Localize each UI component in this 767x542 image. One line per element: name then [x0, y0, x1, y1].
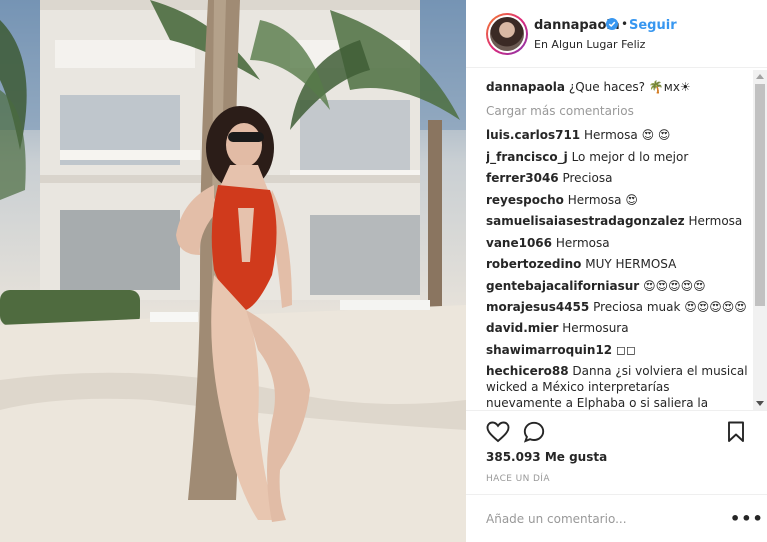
comment-item: robertozedino MUY HERMOSA	[486, 256, 748, 272]
comment-username[interactable]: samuelisaiasestradagonzalez	[486, 214, 685, 228]
comment-item: david.mier Hermosura	[486, 320, 748, 336]
avatar-ring	[488, 15, 526, 53]
comment-item: morajesus4455 Preciosa muak 😍😍😍😍😍	[486, 299, 748, 315]
location-link[interactable]: En Algun Lugar Feliz	[534, 38, 645, 51]
caption-username[interactable]: dannapaola	[486, 80, 565, 94]
comment-item: gentebajacaliforniasur 😍😍😍😍😍	[486, 278, 748, 294]
comment-item: samuelisaiasestradagonzalez Hermosa	[486, 213, 748, 229]
comment-username[interactable]: gentebajacaliforniasur	[486, 279, 639, 293]
comment-text: Preciosa muak 😍😍😍😍😍	[593, 300, 747, 314]
comment-text: Hermosa 😍 😍	[583, 128, 671, 142]
comment-item: vane1066 Hermosa	[486, 235, 748, 251]
comment-text: Hermosa	[688, 214, 743, 228]
avatar[interactable]	[486, 13, 528, 55]
verified-badge-icon	[606, 18, 618, 30]
comment-item: ferrer3046 Preciosa	[486, 170, 748, 186]
comment-item: reyespocho Hermosa 😍	[486, 192, 748, 208]
scroll-down-arrow-icon[interactable]	[756, 401, 764, 406]
comment-username[interactable]: morajesus4455	[486, 300, 589, 314]
comment-username[interactable]: ferrer3046	[486, 171, 559, 185]
comment-bubble-icon[interactable]	[523, 421, 545, 443]
comment-username[interactable]: david.mier	[486, 321, 558, 335]
comment-item: hechicero88 Danna ¿si volviera el musica…	[486, 363, 748, 410]
comment-username[interactable]: vane1066	[486, 236, 552, 250]
comments-scrollbar[interactable]	[753, 70, 767, 410]
load-more-comments-button[interactable]: Cargar más comentarios	[486, 104, 634, 118]
caption: dannapaola ¿Que haces? 🌴ᴍx☀	[486, 79, 748, 95]
caption-text: ¿Que haces? 🌴ᴍx☀	[568, 80, 691, 94]
comment-input[interactable]	[486, 509, 716, 529]
comment-username[interactable]: reyespocho	[486, 193, 564, 207]
post-actions-bar	[466, 410, 767, 454]
comment-text: Hermosura	[562, 321, 629, 335]
comment-username[interactable]: robertozedino	[486, 257, 581, 271]
scrollbar-thumb[interactable]	[755, 84, 765, 306]
avatar-image	[490, 17, 524, 51]
bookmark-icon[interactable]	[727, 421, 745, 443]
comment-username[interactable]: j_francisco_j	[486, 150, 568, 164]
comment-text: 😍😍😍😍😍	[643, 279, 706, 293]
comment-item: j_francisco_j Lo mejor d lo mejor	[486, 149, 748, 165]
heart-icon[interactable]	[486, 421, 510, 443]
comment-username[interactable]: hechicero88	[486, 364, 569, 378]
comment-text: Lo mejor d lo mejor	[571, 150, 689, 164]
comment-text: Hermosa 😍	[567, 193, 638, 207]
comments-list[interactable]: dannapaola ¿Que haces? 🌴ᴍx☀ Cargar más c…	[486, 77, 748, 410]
comment-item: luis.carlos711 Hermosa 😍 😍	[486, 127, 748, 143]
add-comment-section: •••	[466, 494, 767, 542]
follow-button[interactable]: Seguir	[629, 18, 677, 33]
post-side-panel: dannapaola • Seguir En Algun Lugar Feliz…	[466, 0, 767, 542]
comment-text: MUY HERMOSA	[585, 257, 677, 271]
separator-dot: •	[621, 17, 629, 31]
comment-username[interactable]: luis.carlos711	[486, 128, 580, 142]
comment-text: Preciosa	[562, 171, 613, 185]
comment-item: shawimarroquin12 ◻◻	[486, 342, 748, 358]
comment-username[interactable]: shawimarroquin12	[486, 343, 612, 357]
comment-text: Hermosa	[555, 236, 610, 250]
scroll-up-arrow-icon[interactable]	[756, 74, 764, 79]
post-header: dannapaola • Seguir En Algun Lugar Feliz	[466, 0, 767, 68]
more-options-icon[interactable]: •••	[730, 509, 764, 528]
comment-text: ◻◻	[615, 343, 636, 357]
post-photo[interactable]	[0, 0, 466, 542]
likes-count[interactable]: 385.093 Me gusta	[486, 450, 607, 464]
beach-photo-illustration	[0, 0, 466, 542]
post-timestamp[interactable]: HACE UN DÍA	[486, 474, 550, 484]
